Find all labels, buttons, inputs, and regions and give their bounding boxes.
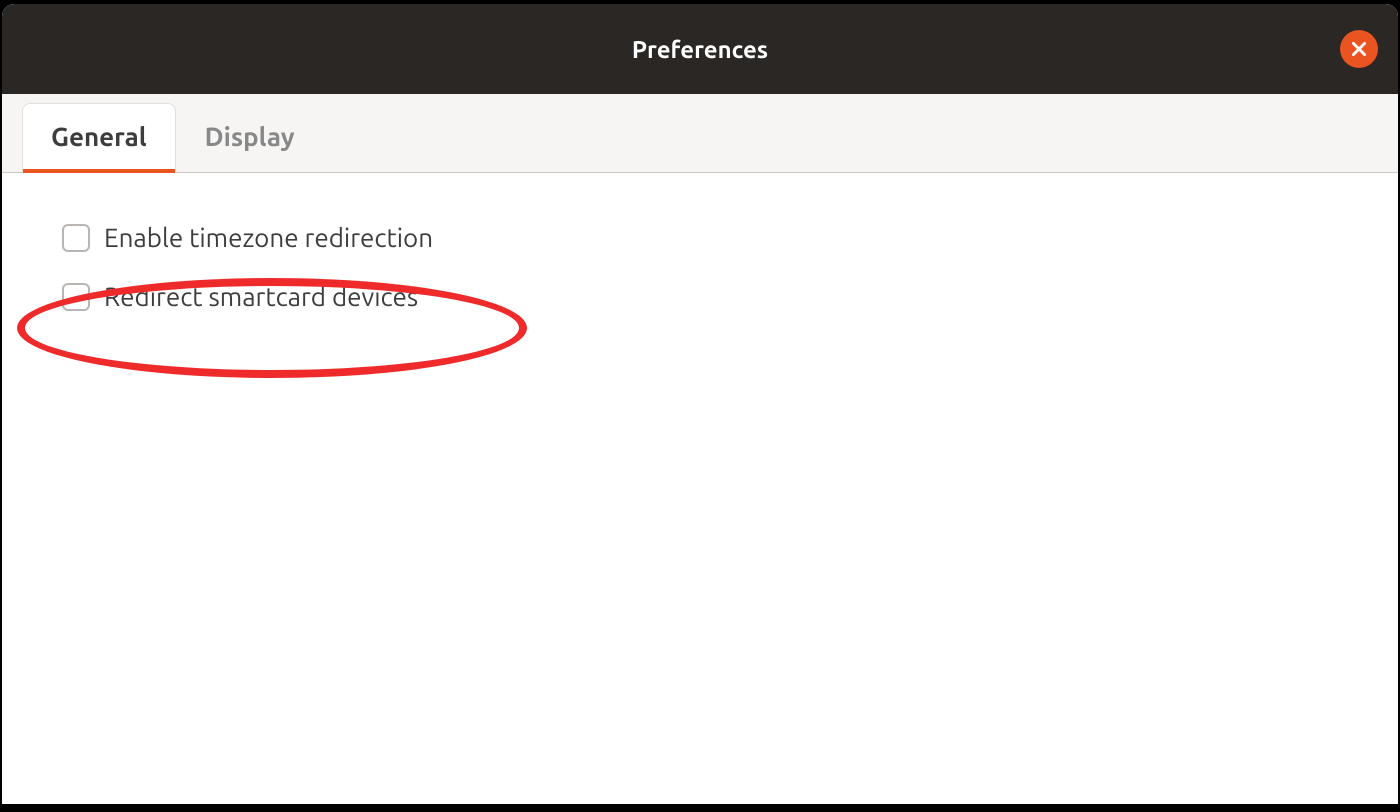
close-button[interactable] bbox=[1340, 30, 1378, 68]
tab-general[interactable]: General bbox=[22, 103, 176, 173]
option-redirect-smartcard-devices: Redirect smartcard devices bbox=[62, 282, 1338, 311]
close-icon bbox=[1350, 40, 1368, 58]
window-title: Preferences bbox=[632, 36, 768, 63]
tab-label: Display bbox=[205, 122, 295, 151]
tab-display[interactable]: Display bbox=[176, 103, 324, 173]
checkbox-label[interactable]: Enable timezone redirection bbox=[104, 223, 433, 252]
tab-label: General bbox=[51, 122, 147, 151]
option-enable-timezone-redirection: Enable timezone redirection bbox=[62, 223, 1338, 252]
checkbox-label[interactable]: Redirect smartcard devices bbox=[104, 282, 418, 311]
titlebar: Preferences bbox=[2, 4, 1398, 94]
tab-bar: General Display bbox=[2, 94, 1398, 173]
tab-content-general: Enable timezone redirection Redirect sma… bbox=[2, 173, 1398, 804]
preferences-window: Preferences General Display Enable timez… bbox=[2, 4, 1398, 804]
checkbox-enable-timezone-redirection[interactable] bbox=[62, 224, 90, 252]
checkbox-redirect-smartcard-devices[interactable] bbox=[62, 283, 90, 311]
